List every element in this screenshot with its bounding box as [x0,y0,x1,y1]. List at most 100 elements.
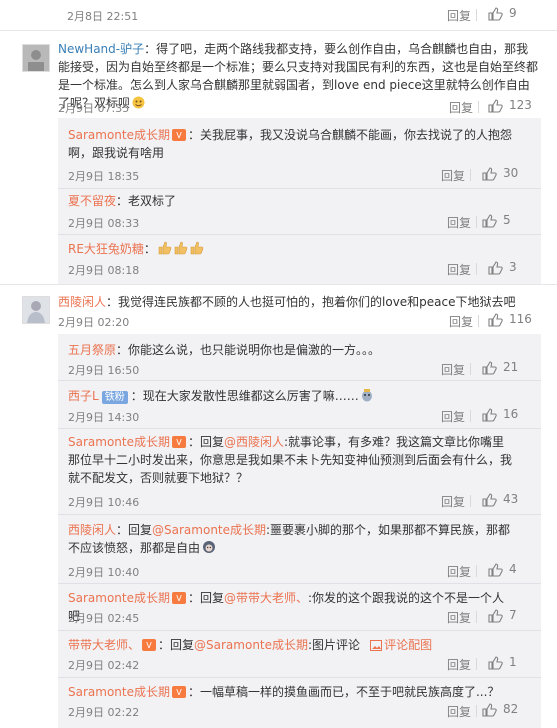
reply-button[interactable]: 回复 [441,408,465,425]
username[interactable]: 西陵闲人 [58,295,106,309]
reply-button[interactable]: 回复 [447,261,471,278]
thumbs-up-icon [482,493,497,507]
like-count: 7 [509,608,517,622]
avatar[interactable] [22,296,50,324]
divider [470,363,471,375]
reply-button[interactable]: 回复 [447,563,471,580]
username[interactable]: 西子L [68,389,99,403]
like-count: 3 [509,260,517,274]
divider [470,495,471,507]
divider [58,428,541,429]
comment-time: 2月9日 07:35 [58,102,130,115]
like-count: 21 [503,360,519,374]
username[interactable]: RE大狂兔奶糖 [68,242,144,256]
reply-prefix: ：回复 [158,638,195,652]
vip-badge-icon: V [171,436,186,448]
emoji-icon [361,389,372,402]
reply-body: :图片评论 [308,638,361,652]
reply-button[interactable]: 回复 [447,7,471,24]
like-button[interactable]: 1 [487,655,527,671]
like-button[interactable]: 7 [487,608,527,624]
username[interactable]: Saramonte成长期 [68,435,170,449]
like-button[interactable]: 3 [487,260,527,276]
like-button[interactable]: 30 [481,166,525,182]
reply-button[interactable]: 回复 [447,703,471,720]
divider [478,315,479,327]
reply-time: 2月9日 08:18 [68,264,140,277]
reply-text: Saramonte成长期 V ：关我屁事，我又没说乌合麒麟不能画，你去找说了的人抱怨… [68,126,513,162]
like-button[interactable]: 5 [481,213,525,229]
like-button[interactable]: 43 [481,492,525,508]
avatar-image [23,297,49,323]
comment-picture-link[interactable]: 评论配图 [368,638,432,652]
fan-badge: 铁粉 [101,391,128,404]
divider [476,658,477,670]
thumbs-up-icon [488,99,503,113]
image-icon [370,640,383,651]
reply-body: ：老双标了 [116,194,177,208]
username[interactable]: NewHand-驴子 [58,42,144,56]
divider [58,380,541,381]
like-count: 43 [503,492,519,506]
thumbs-up-emoji-icon [158,241,204,255]
reply-text: 西子L 铁粉 ：现在大家发散性思维都这么厉害了嘛…… [68,387,513,405]
mention-link[interactable]: @Saramonte成长期 [152,523,266,537]
reply-button[interactable]: 回复 [441,167,465,184]
mention-link[interactable]: @西陵闲人 [224,435,284,449]
reply-button[interactable]: 回复 [449,313,473,330]
avatar[interactable] [22,44,50,72]
reply-time: 2月9日 08:33 [68,217,140,230]
reply-time: 2月9日 18:35 [68,170,140,183]
thumbs-up-icon [482,703,497,717]
svg-text:V: V [176,594,182,603]
username[interactable]: 夏不留夜 [68,194,116,208]
like-count: 123 [509,98,532,112]
vip-badge-icon: V [171,592,186,604]
reply-prefix: ：回复 [187,435,224,449]
like-button[interactable]: 116 [487,312,537,328]
username[interactable]: Saramonte成长期 [68,591,170,605]
reply-button[interactable]: 回复 [447,656,471,673]
like-button[interactable]: 123 [487,98,537,114]
reply-button[interactable]: 回复 [447,214,471,231]
username[interactable]: 带带大老师、 [68,638,140,652]
like-count: 16 [503,407,519,421]
divider [58,630,541,631]
username[interactable]: Saramonte成长期 [68,685,170,699]
thumbs-up-icon [488,313,503,327]
thumbs-up-icon [488,563,503,577]
divider [470,169,471,181]
username[interactable]: Saramonte成长期 [68,128,170,142]
reply-button[interactable]: 回复 [441,361,465,378]
like-count: 1 [509,655,517,669]
like-button[interactable]: 82 [481,702,525,718]
username[interactable]: 西陵闲人 [68,523,116,537]
divider [58,677,541,678]
svg-text:V: V [146,641,152,650]
thumbs-up-icon [488,609,503,623]
reply-button[interactable]: 回复 [449,99,473,116]
reply-button[interactable]: 回复 [447,609,471,626]
divider [58,583,541,584]
vip-badge-icon: V [142,639,157,651]
like-count: 5 [503,213,511,227]
divider [0,284,557,285]
reply-time: 2月9日 14:30 [68,411,140,424]
thumbs-up-icon [488,7,503,21]
mention-link[interactable]: @Saramonte成长期 [194,638,308,652]
reply-button[interactable]: 回复 [441,493,465,510]
username[interactable]: 五月祭原 [68,343,116,357]
like-button[interactable]: 16 [481,407,525,423]
like-count: 30 [503,166,519,180]
svg-text:V: V [176,438,182,447]
like-button[interactable]: 4 [487,562,527,578]
vip-badge-icon: V [171,129,186,141]
like-button[interactable]: 9 [487,6,527,22]
thumbs-up-icon [488,261,503,275]
reply-text: 五月祭原：你能这么说，也只能说明你也是偏激的一方。。。 [68,341,513,359]
mention-link[interactable]: @带带大老师、 [224,591,308,605]
divider [470,410,471,422]
comment-footer-top: 2月8日 22:51 回复 9 [0,0,557,30]
divider [58,188,541,189]
like-button[interactable]: 21 [481,360,525,376]
